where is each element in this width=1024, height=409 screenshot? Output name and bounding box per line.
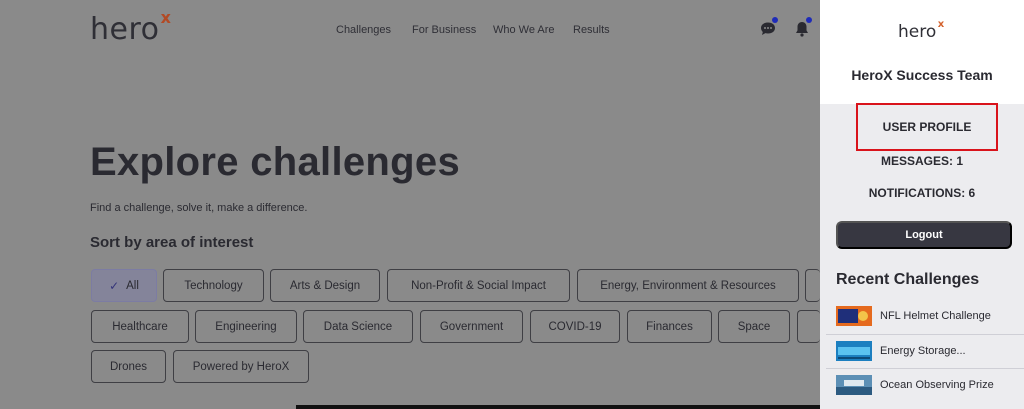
notifications-link[interactable]: NOTIFICATIONS: 6 (820, 186, 1024, 200)
panel-herox-logo[interactable]: hero x (898, 19, 944, 42)
filter-healthcare[interactable]: Healthcare (91, 310, 189, 343)
logout-button[interactable]: Logout (836, 221, 1012, 249)
logo-text: hero (90, 12, 160, 47)
filter-label: All (126, 279, 139, 292)
filter-drones[interactable]: Drones (91, 350, 166, 383)
filter-data-science[interactable]: Data Science (303, 310, 413, 343)
recent-challenge-item[interactable]: Energy Storage... (826, 334, 1024, 366)
recent-challenge-item[interactable]: Ocean Observing Prize (826, 368, 1024, 400)
filter-arts-design[interactable]: Arts & Design (270, 269, 380, 302)
challenge-title: NFL Helmet Challenge (880, 310, 991, 322)
filter-overflow-chip-2[interactable] (797, 310, 820, 343)
filter-engineering[interactable]: Engineering (195, 310, 297, 343)
filter-technology[interactable]: Technology (163, 269, 264, 302)
filter-covid-19[interactable]: COVID-19 (530, 310, 620, 343)
filter-powered-by-herox[interactable]: Powered by HeroX (173, 350, 309, 383)
filter-government[interactable]: Government (420, 310, 523, 343)
challenge-thumbnail (836, 374, 872, 395)
panel-logo-mark: x (937, 19, 945, 30)
page-subtitle: Find a challenge, solve it, make a diffe… (90, 202, 308, 214)
herox-logo[interactable]: hero x (90, 8, 171, 47)
bell-icon[interactable] (793, 17, 812, 38)
nav-for-business[interactable]: For Business (412, 24, 476, 36)
chat-bubble-icon[interactable] (759, 17, 778, 38)
nav-who-we-are[interactable]: Who We Are (493, 24, 555, 36)
filter-energy-environment[interactable]: Energy, Environment & Resources (577, 269, 799, 302)
team-name: HeroX Success Team (851, 67, 993, 83)
challenge-title: Ocean Observing Prize (880, 378, 994, 391)
sort-heading: Sort by area of interest (90, 234, 254, 251)
challenge-title: Energy Storage... (880, 344, 966, 357)
user-side-panel: hero x HeroX Success Team USER PROFILE ME… (820, 0, 1024, 409)
recent-challenge-item[interactable]: NFL Helmet Challenge (826, 300, 1024, 332)
panel-header: hero x HeroX Success Team (820, 0, 1024, 104)
page-title: Explore challenges (90, 140, 460, 184)
message-indicator-dot (772, 17, 778, 23)
filter-space[interactable]: Space (718, 310, 790, 343)
logo-mark: x (160, 8, 172, 27)
filter-all[interactable]: ✓ All (91, 269, 157, 302)
nav-results[interactable]: Results (573, 24, 610, 36)
recent-challenges-heading: Recent Challenges (836, 271, 980, 288)
messages-link[interactable]: MESSAGES: 1 (820, 154, 1024, 168)
challenge-thumbnail (836, 340, 872, 361)
user-profile-link[interactable]: USER PROFILE (856, 103, 998, 151)
filter-finances[interactable]: Finances (627, 310, 712, 343)
filter-overflow-chip[interactable] (805, 269, 820, 302)
bottom-dark-strip (296, 405, 820, 409)
notification-indicator-dot (806, 17, 812, 23)
nav-challenges[interactable]: Challenges (336, 24, 391, 36)
main-page-dimmed: hero x Challenges For Business Who We Are… (0, 0, 820, 409)
check-icon: ✓ (109, 278, 120, 293)
filter-non-profit[interactable]: Non-Profit & Social Impact (387, 269, 570, 302)
challenge-thumbnail (836, 306, 872, 326)
panel-logo-text: hero (898, 22, 937, 42)
